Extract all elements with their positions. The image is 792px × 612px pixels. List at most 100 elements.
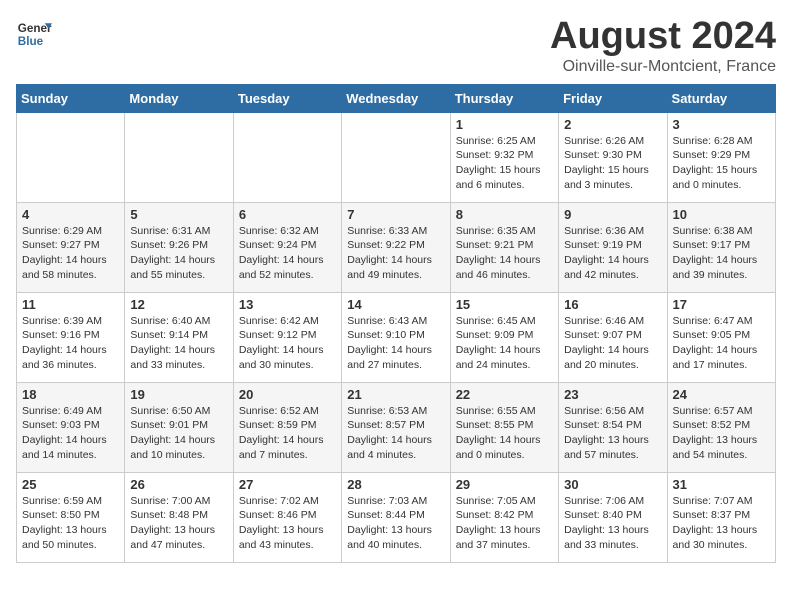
day-number: 1 — [456, 117, 553, 132]
calendar-title: August 2024 — [550, 16, 776, 58]
day-cell: 3 Sunrise: 6:28 AM Sunset: 9:29 PM Daylig… — [667, 112, 775, 202]
day-detail: Sunrise: 6:49 AM Sunset: 9:03 PM Dayligh… — [22, 404, 119, 463]
day-number: 25 — [22, 477, 119, 492]
week-row-2: 4 Sunrise: 6:29 AM Sunset: 9:27 PM Daylig… — [17, 202, 776, 292]
day-detail: Sunrise: 6:40 AM Sunset: 9:14 PM Dayligh… — [130, 314, 227, 373]
day-number: 30 — [564, 477, 661, 492]
day-cell: 12 Sunrise: 6:40 AM Sunset: 9:14 PM Dayli… — [125, 292, 233, 382]
day-cell: 13 Sunrise: 6:42 AM Sunset: 9:12 PM Dayli… — [233, 292, 341, 382]
days-of-week-header: SundayMondayTuesdayWednesdayThursdayFrid… — [17, 84, 776, 112]
dow-thursday: Thursday — [450, 84, 558, 112]
day-number: 12 — [130, 297, 227, 312]
day-cell: 19Sunrise: 6:50 AM Sunset: 9:01 PM Dayli… — [125, 382, 233, 472]
day-cell: 20 Sunrise: 6:52 AM Sunset: 8:59 PM Dayli… — [233, 382, 341, 472]
day-number: 11 — [22, 297, 119, 312]
day-number: 17 — [673, 297, 770, 312]
dow-monday: Monday — [125, 84, 233, 112]
day-detail: Sunrise: 6:47 AM Sunset: 9:05 PM Dayligh… — [673, 314, 770, 373]
day-number: 6 — [239, 207, 336, 222]
day-cell: 8 Sunrise: 6:35 AM Sunset: 9:21 PM Daylig… — [450, 202, 558, 292]
calendar-table: SundayMondayTuesdayWednesdayThursdayFrid… — [16, 84, 776, 563]
day-detail: Sunrise: 6:52 AM Sunset: 8:59 PM Dayligh… — [239, 404, 336, 463]
day-detail: Sunrise: 6:50 AM Sunset: 9:01 PM Dayligh… — [130, 404, 227, 463]
day-detail: Sunrise: 6:46 AM Sunset: 9:07 PM Dayligh… — [564, 314, 661, 373]
day-detail: Sunrise: 7:05 AM Sunset: 8:42 PM Dayligh… — [456, 494, 553, 553]
day-cell: 17 Sunrise: 6:47 AM Sunset: 9:05 PM Dayli… — [667, 292, 775, 382]
day-number: 20 — [239, 387, 336, 402]
day-cell: 21 Sunrise: 6:53 AM Sunset: 8:57 PM Dayli… — [342, 382, 450, 472]
dow-friday: Friday — [559, 84, 667, 112]
day-cell — [17, 112, 125, 202]
day-cell: 4 Sunrise: 6:29 AM Sunset: 9:27 PM Daylig… — [17, 202, 125, 292]
day-cell: 5 Sunrise: 6:31 AM Sunset: 9:26 PM Daylig… — [125, 202, 233, 292]
day-number: 23 — [564, 387, 661, 402]
day-detail: Sunrise: 6:39 AM Sunset: 9:16 PM Dayligh… — [22, 314, 119, 373]
day-number: 3 — [673, 117, 770, 132]
day-number: 22 — [456, 387, 553, 402]
day-number: 15 — [456, 297, 553, 312]
day-detail: Sunrise: 6:53 AM Sunset: 8:57 PM Dayligh… — [347, 404, 444, 463]
day-cell: 23 Sunrise: 6:56 AM Sunset: 8:54 PM Dayli… — [559, 382, 667, 472]
day-number: 9 — [564, 207, 661, 222]
day-cell: 27Sunrise: 7:02 AM Sunset: 8:46 PM Dayli… — [233, 472, 341, 562]
day-detail: Sunrise: 6:31 AM Sunset: 9:26 PM Dayligh… — [130, 224, 227, 283]
day-cell: 2Sunrise: 6:26 AM Sunset: 9:30 PM Daylig… — [559, 112, 667, 202]
day-number: 4 — [22, 207, 119, 222]
day-number: 18 — [22, 387, 119, 402]
day-detail: Sunrise: 6:56 AM Sunset: 8:54 PM Dayligh… — [564, 404, 661, 463]
day-number: 21 — [347, 387, 444, 402]
week-row-3: 11 Sunrise: 6:39 AM Sunset: 9:16 PM Dayli… — [17, 292, 776, 382]
day-cell: 24Sunrise: 6:57 AM Sunset: 8:52 PM Dayli… — [667, 382, 775, 472]
day-number: 13 — [239, 297, 336, 312]
day-number: 27 — [239, 477, 336, 492]
day-detail: Sunrise: 6:38 AM Sunset: 9:17 PM Dayligh… — [673, 224, 770, 283]
day-number: 29 — [456, 477, 553, 492]
day-cell: 16 Sunrise: 6:46 AM Sunset: 9:07 PM Dayli… — [559, 292, 667, 382]
day-cell: 15 Sunrise: 6:45 AM Sunset: 9:09 PM Dayli… — [450, 292, 558, 382]
day-number: 26 — [130, 477, 227, 492]
day-cell: 10Sunrise: 6:38 AM Sunset: 9:17 PM Dayli… — [667, 202, 775, 292]
day-detail: Sunrise: 6:45 AM Sunset: 9:09 PM Dayligh… — [456, 314, 553, 373]
day-cell — [342, 112, 450, 202]
day-number: 8 — [456, 207, 553, 222]
day-detail: Sunrise: 6:59 AM Sunset: 8:50 PM Dayligh… — [22, 494, 119, 553]
day-detail: Sunrise: 6:36 AM Sunset: 9:19 PM Dayligh… — [564, 224, 661, 283]
title-area: August 2024 Oinville-sur-Montcient, Fran… — [550, 16, 776, 76]
day-number: 31 — [673, 477, 770, 492]
day-cell: 9 Sunrise: 6:36 AM Sunset: 9:19 PM Daylig… — [559, 202, 667, 292]
calendar-body: 1Sunrise: 6:25 AM Sunset: 9:32 PM Daylig… — [17, 112, 776, 562]
day-number: 14 — [347, 297, 444, 312]
day-detail: Sunrise: 7:00 AM Sunset: 8:48 PM Dayligh… — [130, 494, 227, 553]
day-number: 7 — [347, 207, 444, 222]
dow-saturday: Saturday — [667, 84, 775, 112]
day-cell: 1Sunrise: 6:25 AM Sunset: 9:32 PM Daylig… — [450, 112, 558, 202]
svg-text:Blue: Blue — [18, 35, 44, 48]
day-number: 16 — [564, 297, 661, 312]
day-cell: 29 Sunrise: 7:05 AM Sunset: 8:42 PM Dayli… — [450, 472, 558, 562]
day-detail: Sunrise: 6:55 AM Sunset: 8:55 PM Dayligh… — [456, 404, 553, 463]
day-cell: 28 Sunrise: 7:03 AM Sunset: 8:44 PM Dayli… — [342, 472, 450, 562]
day-detail: Sunrise: 6:29 AM Sunset: 9:27 PM Dayligh… — [22, 224, 119, 283]
day-detail: Sunrise: 7:03 AM Sunset: 8:44 PM Dayligh… — [347, 494, 444, 553]
day-number: 28 — [347, 477, 444, 492]
page-header: General Blue August 2024 Oinville-sur-Mo… — [16, 16, 776, 76]
logo: General Blue — [16, 16, 52, 52]
day-detail: Sunrise: 6:43 AM Sunset: 9:10 PM Dayligh… — [347, 314, 444, 373]
day-cell — [233, 112, 341, 202]
day-cell: 25 Sunrise: 6:59 AM Sunset: 8:50 PM Dayli… — [17, 472, 125, 562]
day-detail: Sunrise: 6:26 AM Sunset: 9:30 PM Dayligh… — [564, 134, 661, 193]
day-detail: Sunrise: 6:57 AM Sunset: 8:52 PM Dayligh… — [673, 404, 770, 463]
day-detail: Sunrise: 6:28 AM Sunset: 9:29 PM Dayligh… — [673, 134, 770, 193]
day-detail: Sunrise: 6:32 AM Sunset: 9:24 PM Dayligh… — [239, 224, 336, 283]
dow-sunday: Sunday — [17, 84, 125, 112]
day-cell: 11 Sunrise: 6:39 AM Sunset: 9:16 PM Dayli… — [17, 292, 125, 382]
day-cell: 6 Sunrise: 6:32 AM Sunset: 9:24 PM Daylig… — [233, 202, 341, 292]
day-number: 5 — [130, 207, 227, 222]
day-cell: 31Sunrise: 7:07 AM Sunset: 8:37 PM Dayli… — [667, 472, 775, 562]
day-cell: 30Sunrise: 7:06 AM Sunset: 8:40 PM Dayli… — [559, 472, 667, 562]
dow-wednesday: Wednesday — [342, 84, 450, 112]
day-detail: Sunrise: 6:42 AM Sunset: 9:12 PM Dayligh… — [239, 314, 336, 373]
logo-icon: General Blue — [16, 16, 52, 52]
day-detail: Sunrise: 6:35 AM Sunset: 9:21 PM Dayligh… — [456, 224, 553, 283]
day-cell: 7Sunrise: 6:33 AM Sunset: 9:22 PM Daylig… — [342, 202, 450, 292]
